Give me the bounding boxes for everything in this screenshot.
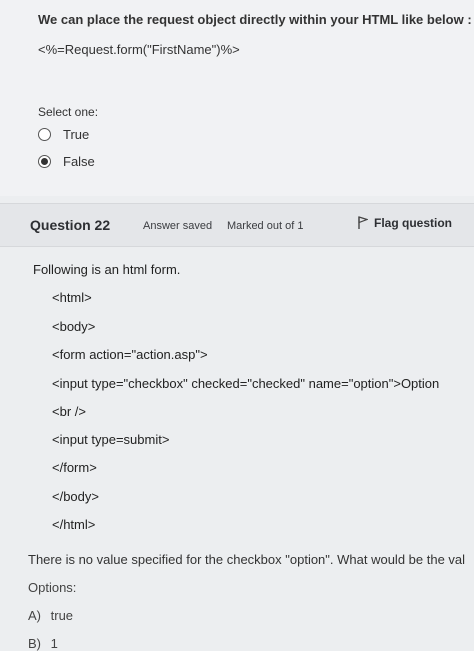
question-code: <%=Request.form("FirstName")%> <box>38 42 240 57</box>
code-line: </form> <box>52 460 97 475</box>
answer-option-b[interactable]: B) 1 <box>28 636 58 651</box>
code-line: <input type=submit> <box>52 432 170 447</box>
previous-question-card: We can place the request object directly… <box>0 0 474 196</box>
select-one-label: Select one: <box>38 105 99 119</box>
question-text: We can place the request object directly… <box>38 12 472 27</box>
code-line: <br /> <box>52 404 86 419</box>
option-true[interactable]: True <box>38 127 89 142</box>
question-prompt: There is no value specified for the chec… <box>28 552 466 567</box>
code-line: <html> <box>52 290 92 305</box>
answer-letter: B) <box>28 636 41 651</box>
radio-button-selected[interactable] <box>38 155 51 168</box>
code-line: </body> <box>52 489 99 504</box>
answer-text: true <box>50 608 74 623</box>
question-info-bar: Question 22 Answer saved Marked out of 1… <box>0 203 474 247</box>
question-number: Question 22 <box>30 217 111 233</box>
answer-status: Answer saved <box>143 220 213 232</box>
answer-letter: A) <box>28 608 41 623</box>
options-label: Options: <box>28 580 77 595</box>
radio-dot-icon <box>41 158 48 165</box>
answer-option-a[interactable]: A) true <box>28 608 73 623</box>
question-intro: Following is an html form. <box>33 262 181 277</box>
option-label: True <box>63 127 90 142</box>
answer-text: 1 <box>50 636 58 651</box>
option-label: False <box>63 154 95 169</box>
option-false[interactable]: False <box>38 154 95 169</box>
code-line: </html> <box>52 517 96 532</box>
flag-icon <box>358 216 368 229</box>
flag-question-button[interactable]: Flag question <box>358 216 452 230</box>
radio-button[interactable] <box>38 128 51 141</box>
code-line: <input type="checkbox" checked="checked"… <box>52 376 440 391</box>
question-marks: Marked out of 1 <box>227 220 304 232</box>
flag-question-label: Flag question <box>374 216 452 230</box>
code-line: <body> <box>52 319 96 334</box>
code-line: <form action="action.asp"> <box>52 347 208 362</box>
